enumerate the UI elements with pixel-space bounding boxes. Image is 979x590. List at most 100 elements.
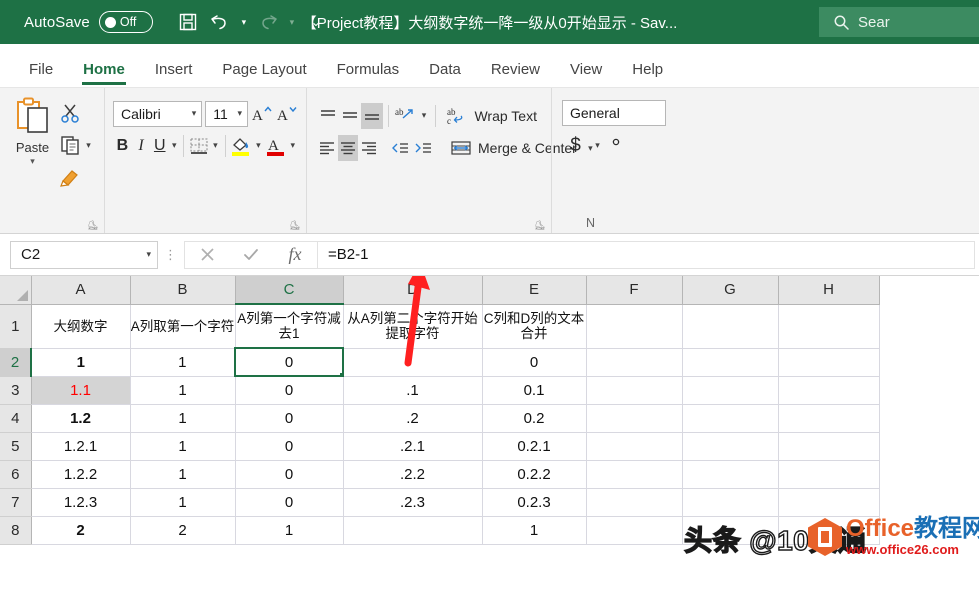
decrease-indent-button[interactable] <box>389 135 411 161</box>
cell-C5[interactable]: 0 <box>235 432 343 460</box>
cell-C6[interactable]: 0 <box>235 460 343 488</box>
tab-page-layout[interactable]: Page Layout <box>207 61 321 87</box>
paste-dropdown-caret[interactable]: ▾ <box>30 156 35 166</box>
cell-G8[interactable] <box>682 516 778 544</box>
accounting-format-button[interactable]: $ <box>562 132 589 159</box>
borders-button[interactable] <box>188 132 210 159</box>
cell-D8[interactable] <box>343 516 482 544</box>
tab-insert[interactable]: Insert <box>140 61 208 87</box>
cell-H7[interactable] <box>778 488 879 516</box>
row-header-2[interactable]: 2 <box>0 348 31 376</box>
cell-D4[interactable]: .2 <box>343 404 482 432</box>
name-box-caret[interactable]: ▾ <box>146 249 151 260</box>
redo-button[interactable] <box>253 7 283 37</box>
cell-A6[interactable]: 1.2.2 <box>31 460 130 488</box>
cell-G2[interactable] <box>682 348 778 376</box>
cancel-formula-button[interactable] <box>185 242 229 268</box>
cell-H1[interactable] <box>778 304 879 348</box>
cell-E3[interactable]: 0.1 <box>482 376 586 404</box>
cell-G4[interactable] <box>682 404 778 432</box>
row-header-1[interactable]: 1 <box>0 304 31 348</box>
cell-E4[interactable]: 0.2 <box>482 404 586 432</box>
tab-view[interactable]: View <box>555 61 617 87</box>
cell-F2[interactable] <box>586 348 682 376</box>
align-right-button[interactable] <box>359 135 379 161</box>
fill-color-button[interactable] <box>229 132 253 159</box>
name-box[interactable]: C2 ▾ <box>10 241 158 269</box>
font-color-dropdown-caret[interactable]: ▾ <box>288 132 298 159</box>
cell-C1[interactable]: A列第一个字符减去1 <box>235 304 343 348</box>
autosave-toggle[interactable]: Off <box>99 11 153 33</box>
wrap-text-button[interactable]: ab c Wrap Text <box>440 103 543 129</box>
cell-A5[interactable]: 1.2.1 <box>31 432 130 460</box>
cell-F7[interactable] <box>586 488 682 516</box>
font-size-input[interactable]: 11 ▾ <box>205 101 248 127</box>
tab-help[interactable]: Help <box>617 61 678 87</box>
cell-H4[interactable] <box>778 404 879 432</box>
undo-dropdown[interactable]: ▾ <box>237 7 251 37</box>
row-header-6[interactable]: 6 <box>0 460 31 488</box>
cell-D7[interactable]: .2.3 <box>343 488 482 516</box>
font-name-input[interactable]: Calibri ▾ <box>113 101 202 127</box>
borders-dropdown-caret[interactable]: ▾ <box>210 132 220 159</box>
align-center-button[interactable] <box>338 135 358 161</box>
search-box[interactable]: Sear <box>819 7 979 37</box>
cell-F6[interactable] <box>586 460 682 488</box>
font-name-caret[interactable]: ▾ <box>192 108 197 119</box>
redo-dropdown[interactable]: ▾ <box>285 7 299 37</box>
cell-E5[interactable]: 0.2.1 <box>482 432 586 460</box>
column-header-c[interactable]: C <box>235 276 343 304</box>
column-header-h[interactable]: H <box>778 276 879 304</box>
cell-G3[interactable] <box>682 376 778 404</box>
font-color-button[interactable]: A <box>264 132 288 159</box>
cell-H8[interactable] <box>778 516 879 544</box>
fill-color-dropdown-caret[interactable]: ▾ <box>253 132 263 159</box>
cell-D1[interactable]: 从A列第二个字符开始提取字符 <box>343 304 482 348</box>
row-header-7[interactable]: 7 <box>0 488 31 516</box>
row-header-3[interactable]: 3 <box>0 376 31 404</box>
cell-D5[interactable]: .2.1 <box>343 432 482 460</box>
row-header-8[interactable]: 8 <box>0 516 31 544</box>
align-top-button[interactable] <box>317 103 338 129</box>
tab-file[interactable]: File <box>14 61 68 87</box>
align-bottom-button[interactable] <box>361 103 382 129</box>
cell-B6[interactable]: 1 <box>130 460 235 488</box>
decrease-font-size-button[interactable]: A <box>276 100 298 127</box>
cell-B2[interactable]: 1 <box>130 348 235 376</box>
bold-button[interactable]: B <box>113 132 132 159</box>
cell-B8[interactable]: 2 <box>130 516 235 544</box>
column-header-a[interactable]: A <box>31 276 130 304</box>
enter-formula-button[interactable] <box>229 242 273 268</box>
cell-B1[interactable]: A列取第一个字符 <box>130 304 235 348</box>
cell-F3[interactable] <box>586 376 682 404</box>
column-header-f[interactable]: F <box>586 276 682 304</box>
column-header-b[interactable]: B <box>130 276 235 304</box>
cell-G7[interactable] <box>682 488 778 516</box>
cell-A1[interactable]: 大纲数字 <box>31 304 130 348</box>
increase-font-size-button[interactable]: A <box>251 100 273 127</box>
cell-G1[interactable] <box>682 304 778 348</box>
font-size-caret[interactable]: ▾ <box>237 108 242 119</box>
font-dialog-launcher[interactable]: ⛸ <box>289 220 299 230</box>
cell-A7[interactable]: 1.2.3 <box>31 488 130 516</box>
cell-C2[interactable]: 0 <box>235 348 343 376</box>
accounting-format-caret[interactable]: ▾ <box>590 132 605 159</box>
save-button[interactable] <box>173 7 203 37</box>
insert-function-button[interactable]: fx <box>273 242 317 268</box>
cell-H3[interactable] <box>778 376 879 404</box>
row-header-4[interactable]: 4 <box>0 404 31 432</box>
cell-F8[interactable] <box>586 516 682 544</box>
orientation-dropdown-caret[interactable]: ▾ <box>418 102 429 129</box>
alignment-dialog-launcher[interactable]: ⛸ <box>534 220 544 230</box>
cell-A8[interactable]: 2 <box>31 516 130 544</box>
cell-C4[interactable]: 0 <box>235 404 343 432</box>
cell-F4[interactable] <box>586 404 682 432</box>
cell-B3[interactable]: 1 <box>130 376 235 404</box>
select-all-corner[interactable] <box>0 276 31 304</box>
cell-B4[interactable]: 1 <box>130 404 235 432</box>
cell-A2[interactable]: 1 <box>31 348 130 376</box>
cell-E7[interactable]: 0.2.3 <box>482 488 586 516</box>
formula-input[interactable]: =B2-1 <box>317 241 975 269</box>
cell-D3[interactable]: .1 <box>343 376 482 404</box>
copy-button[interactable]: ▾ <box>59 130 96 160</box>
